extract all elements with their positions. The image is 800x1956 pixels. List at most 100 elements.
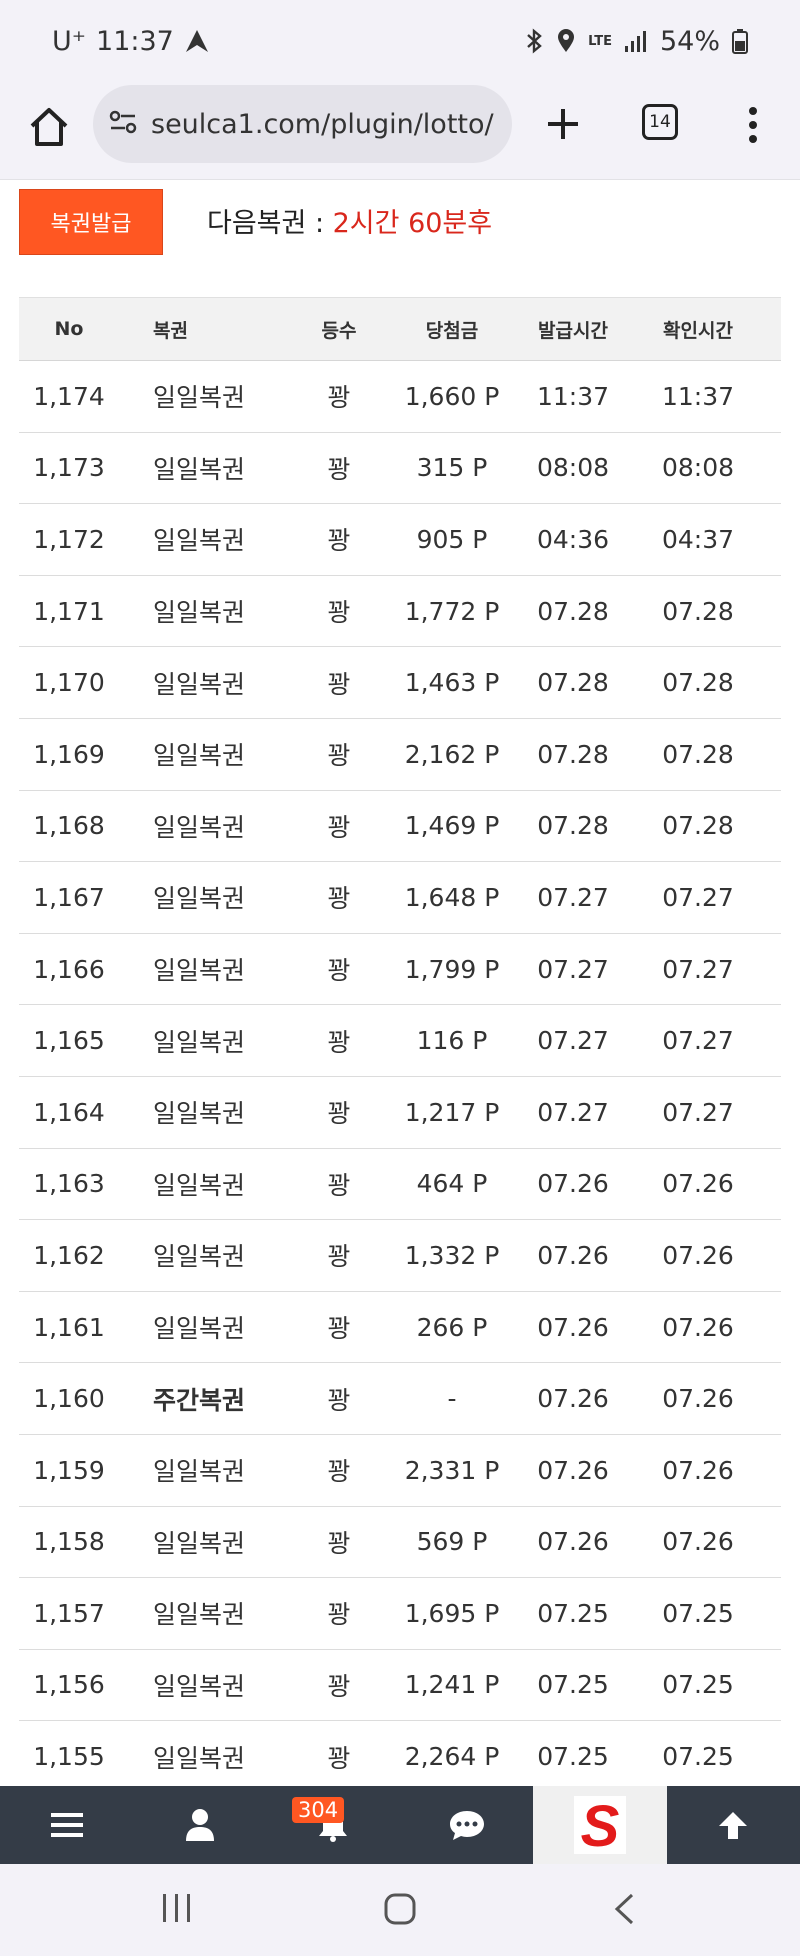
cell-no: 1,173 xyxy=(33,453,105,483)
cell-lottery: 일일복권 xyxy=(153,1242,246,1272)
network-type: LTE xyxy=(588,33,612,49)
issue-lottery-button[interactable]: 복권발급 xyxy=(19,189,163,255)
recent-apps-button[interactable] xyxy=(160,1892,194,1928)
header-no: No xyxy=(54,318,84,340)
scroll-top-button[interactable] xyxy=(667,1786,800,1864)
cell-checked-time: 07.26 xyxy=(662,1312,734,1342)
cell-rank: 꽝 xyxy=(327,1242,351,1272)
cell-rank: 꽝 xyxy=(327,669,351,699)
cell-issued-time: 04:36 xyxy=(536,524,610,554)
home-button[interactable] xyxy=(26,104,72,150)
cell-checked-time: 07.25 xyxy=(662,1670,734,1700)
cell-no: 1,164 xyxy=(33,1097,105,1127)
site-logo[interactable]: S xyxy=(533,1786,667,1864)
cell-rank: 꽝 xyxy=(327,1099,351,1129)
notification-count-badge: 304 xyxy=(292,1797,345,1823)
cell-checked-time: 07.28 xyxy=(662,739,734,769)
cell-checked-time: 07.27 xyxy=(662,1097,734,1127)
cell-lottery: 일일복권 xyxy=(153,1099,246,1129)
cell-lottery: 일일복권 xyxy=(153,1314,246,1344)
cell-no: 1,168 xyxy=(33,811,105,841)
address-bar[interactable]: seulca1.com/plugin/lotto/ xyxy=(93,85,512,163)
table-row: 1,155 일일복권 꽝 2,264 P 07.25 07.25 xyxy=(19,1721,781,1793)
cell-lottery: 주간복권 xyxy=(153,1385,246,1415)
cell-issued-time: 07.26 xyxy=(537,1169,609,1199)
back-button[interactable] xyxy=(612,1892,636,1930)
profile-button[interactable] xyxy=(133,1786,266,1864)
next-lottery-countdown: 2시간 60분후 xyxy=(332,208,493,239)
cell-rank: 꽝 xyxy=(327,454,351,484)
cell-prize: 464 P xyxy=(416,1169,488,1199)
cell-checked-time: 07.28 xyxy=(662,668,734,698)
home-nav-button[interactable] xyxy=(383,1892,417,1930)
cell-checked-time: 08:08 xyxy=(661,453,735,483)
cell-no: 1,163 xyxy=(33,1169,105,1199)
chat-bubble-icon xyxy=(449,1811,484,1840)
location-icon xyxy=(556,28,576,54)
cell-issued-time: 07.25 xyxy=(537,1670,609,1700)
cell-prize: 1,648 P xyxy=(404,882,500,912)
cell-lottery: 일일복권 xyxy=(153,669,246,699)
logo-letter: S xyxy=(581,1794,620,1858)
header-rank: 등수 xyxy=(321,319,357,342)
cell-no: 1,170 xyxy=(33,668,105,698)
header-lottery: 복권 xyxy=(153,319,188,342)
cell-checked-time: 11:37 xyxy=(661,381,735,411)
home-circle-icon xyxy=(384,1893,416,1925)
table-row: 1,168 일일복권 꽝 1,469 P 07.28 07.28 xyxy=(19,791,781,863)
cell-rank: 꽝 xyxy=(327,1385,351,1415)
cell-checked-time: 07.25 xyxy=(662,1598,734,1628)
cell-no: 1,160 xyxy=(33,1384,105,1414)
lottery-table-body: 1,174 일일복권 꽝 1,660 P 11:37 11:37 1,173 일일복권 꽝 31… xyxy=(19,361,781,1793)
cell-prize: 315 P xyxy=(416,453,488,483)
cell-issued-time: 07.28 xyxy=(537,739,609,769)
cell-lottery: 일일복권 xyxy=(153,1671,246,1701)
site-logo-icon: S xyxy=(573,1794,626,1858)
cell-prize: 1,463 P xyxy=(404,668,500,698)
arrow-up-icon xyxy=(719,1812,748,1839)
cell-issued-time: 07.27 xyxy=(537,1026,609,1056)
cell-no: 1,158 xyxy=(33,1527,105,1557)
cell-rank: 꽝 xyxy=(327,1314,351,1344)
cell-lottery: 일일복권 xyxy=(153,1600,246,1630)
table-row: 1,157 일일복권 꽝 1,695 P 07.25 07.25 xyxy=(19,1578,781,1650)
signal-icon xyxy=(624,29,648,53)
cell-no: 1,169 xyxy=(33,739,105,769)
cell-no: 1,174 xyxy=(33,381,105,411)
table-row: 1,167 일일복권 꽝 1,648 P 07.27 07.27 xyxy=(19,862,781,934)
battery-icon xyxy=(732,28,748,54)
cell-no: 1,159 xyxy=(33,1455,105,1485)
cell-lottery: 일일복권 xyxy=(153,1170,246,1200)
url-text: seulca1.com/plugin/lotto/ xyxy=(151,108,494,140)
menu-button[interactable] xyxy=(0,1786,133,1864)
cell-issued-time: 07.26 xyxy=(537,1312,609,1342)
more-vert-icon xyxy=(749,107,757,143)
cell-checked-time: 07.27 xyxy=(662,882,734,912)
cell-lottery: 일일복권 xyxy=(153,956,246,986)
cell-prize: 1,241 P xyxy=(404,1670,500,1700)
cell-issued-time: 07.26 xyxy=(537,1455,609,1485)
navigation-arrow-icon xyxy=(184,28,210,54)
cell-issued-time: 07.27 xyxy=(537,954,609,984)
tab-switcher-button[interactable]: 14 xyxy=(642,104,678,140)
cell-no: 1,171 xyxy=(33,596,105,626)
chat-button[interactable] xyxy=(400,1786,533,1864)
table-row: 1,161 일일복권 꽝 266 P 07.26 07.26 xyxy=(19,1292,781,1364)
table-row: 1,158 일일복권 꽝 569 P 07.26 07.26 xyxy=(19,1507,781,1579)
cell-issued-time: 07.25 xyxy=(537,1598,609,1628)
cell-issued-time: 07.28 xyxy=(537,596,609,626)
cell-prize: 2,331 P xyxy=(404,1455,500,1485)
cell-checked-time: 07.26 xyxy=(662,1455,734,1485)
carrier-label: U⁺ xyxy=(52,25,87,57)
cell-prize: 2,162 P xyxy=(404,739,500,769)
cell-checked-time: 07.27 xyxy=(662,954,734,984)
hamburger-icon xyxy=(50,1813,83,1837)
battery-percent: 54% xyxy=(659,25,720,57)
cell-issued-time: 07.26 xyxy=(537,1384,609,1414)
site-settings-icon[interactable] xyxy=(109,109,137,139)
browser-menu-button[interactable] xyxy=(740,102,766,148)
new-tab-button[interactable] xyxy=(542,103,584,145)
table-row: 1,164 일일복권 꽝 1,217 P 07.27 07.27 xyxy=(19,1077,781,1149)
cell-lottery: 일일복권 xyxy=(153,526,246,556)
cell-checked-time: 07.26 xyxy=(662,1527,734,1557)
